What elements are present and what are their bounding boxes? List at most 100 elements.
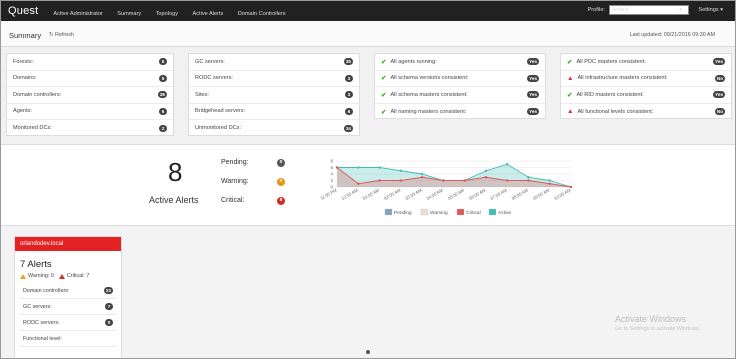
panel-row[interactable]: GC servers: 35 — [189, 54, 359, 71]
row-label: All infrastructure masters consistent: — [577, 75, 668, 82]
count-badge: 23 — [103, 287, 113, 294]
settings-menu[interactable]: Settings ▾ — [698, 7, 723, 13]
status-badge: Yes — [713, 91, 725, 99]
panel-row[interactable]: ✔ All schema versions consistent: Yes — [375, 71, 545, 87]
x-tick-label: 09:00 AM — [532, 187, 551, 201]
critical-point — [548, 182, 551, 185]
y-tick-label: 6 — [330, 165, 333, 170]
critical-point — [357, 182, 360, 185]
panel-row[interactable]: ✔ All RID masters consistent: Yes — [561, 87, 731, 104]
row-label: Functional level: — [23, 335, 62, 342]
count-badge: 5 — [159, 74, 167, 82]
panel-row[interactable]: Agents: 6 — [7, 104, 173, 120]
check-icon: ✔ — [381, 108, 387, 116]
count-badge: 6 — [345, 107, 353, 115]
status-badge: Yes — [713, 58, 725, 66]
critical-count[interactable]: 8 — [277, 197, 285, 205]
critical-point — [463, 179, 466, 182]
x-tick-label: 08:00 AM — [511, 187, 530, 201]
page-title: Summary — [9, 31, 42, 40]
last-updated: Last updated: 09/21/2016 09:30 AM — [629, 32, 715, 38]
critical-point — [484, 176, 488, 179]
row-label: Sites: — [195, 91, 209, 98]
legend-swatch — [384, 208, 393, 216]
quest-logo: Quest — [8, 5, 39, 17]
row-label: All functional levels consistent: — [577, 108, 654, 115]
legend-swatch — [420, 208, 429, 216]
row-label: All agents running: — [390, 58, 437, 65]
active-point — [548, 179, 551, 182]
row-label: Domains: — [13, 75, 37, 82]
app-window: Quest Active Administrator Summary Topol… — [0, 0, 736, 359]
refresh-button[interactable]: ↻ Refresh — [49, 32, 74, 38]
count-badge: 36 — [157, 91, 167, 99]
active-point — [399, 169, 403, 172]
panel-row[interactable]: Sites: 3 — [189, 87, 359, 104]
legend-swatch — [488, 208, 497, 216]
check-icon: ✔ — [381, 58, 387, 66]
summary-header: Summary ↻ Refresh Last updated: 09/21/20… — [1, 21, 735, 47]
count-badge: 0 — [105, 319, 113, 326]
row-label: All schema versions consistent: — [390, 75, 469, 82]
warning-icon: ▲ — [567, 108, 574, 116]
panel-row[interactable]: Forests: 5 — [7, 54, 173, 71]
nav-active-alerts[interactable]: Active Alerts — [193, 11, 224, 17]
panel-row[interactable]: ✔ All naming masters consistent: Yes — [375, 104, 545, 121]
panel-row[interactable]: ✔ All PDC masters consistent: Yes — [561, 54, 731, 71]
alerts-trend-chart: 8642011:00 PM 12:00 AM 01:00 AM 02:00 AM 03:… — [319, 159, 573, 216]
x-tick-label: 06:00 AM — [468, 187, 487, 201]
y-tick-label: 2 — [330, 178, 333, 183]
critical-label: Critical: — [221, 197, 245, 204]
domain-row: Domain controllers: 23 — [19, 283, 117, 299]
panel-row[interactable]: ▲ All functional levels consistent: No — [561, 104, 731, 121]
pending-count[interactable]: 0 — [277, 159, 285, 167]
panel-row[interactable]: Monitored DCs: 2 — [7, 120, 173, 137]
panel-row[interactable]: Unmonitored DCs: 34 — [189, 120, 359, 137]
domain-warning-count: Warning: 0 — [28, 273, 54, 279]
domain-card[interactable]: orlandodev.local 7 Alerts Warning: 0 Cri… — [14, 236, 122, 358]
profile-dropdown[interactable]: default ▾ — [609, 5, 689, 15]
legend-label: Warning — [430, 210, 448, 216]
profile-selector: Profile: default ▾ — [588, 5, 689, 15]
panel-row[interactable]: ✔ All schema masters consistent: Yes — [375, 87, 545, 104]
warning-count[interactable]: 0 — [277, 178, 285, 186]
row-label: All PDC masters consistent: — [576, 58, 646, 65]
active-point — [357, 166, 360, 169]
pending-label: Pending: — [221, 159, 249, 166]
nav-active-administrator[interactable]: Active Administrator — [53, 11, 102, 17]
domain-name[interactable]: orlandodev.local — [15, 237, 121, 251]
domain-alert-count: 7 Alerts — [20, 259, 52, 270]
status-badge: Yes — [527, 108, 539, 116]
count-badge: 5 — [159, 58, 167, 66]
critical-triangle-icon — [58, 273, 65, 279]
active-point — [420, 172, 424, 176]
servers-panel: GC servers: 35 RODC servers: 3 Sites: 3 Bri… — [188, 53, 360, 136]
critical-point — [569, 185, 573, 189]
status-badge: Yes — [527, 58, 539, 66]
check-icon: ✔ — [381, 75, 387, 83]
nav-domain-controllers[interactable]: Domain Controllers — [238, 11, 286, 17]
panel-row[interactable]: Domains: 5 — [7, 71, 173, 87]
status-badge: Yes — [527, 91, 539, 99]
active-point — [505, 163, 509, 166]
x-tick-label: 02:00 AM — [383, 187, 402, 201]
refresh-icon: ↻ — [49, 32, 54, 38]
panel-row[interactable]: RODC servers: 3 — [189, 71, 359, 87]
nav-summary[interactable]: Summary — [117, 11, 141, 17]
x-tick-label: 11:00 PM — [319, 187, 338, 201]
pager-dot[interactable] — [366, 350, 370, 354]
status-badge: Yes — [527, 74, 539, 82]
panel-row[interactable]: Bridgehead servers: 6 — [189, 104, 359, 120]
row-label: All RID masters consistent: — [576, 91, 644, 98]
row-label: RODC servers: — [23, 319, 60, 326]
check-icon: ✔ — [567, 58, 573, 66]
panel-row[interactable]: Domain controllers: 36 — [7, 87, 173, 104]
panel-row[interactable]: ▲ All infrastructure masters consistent: N… — [561, 71, 731, 87]
row-label: Bridgehead servers: — [195, 108, 246, 115]
status-badge: No — [714, 108, 725, 116]
nav-topology[interactable]: Topology — [156, 11, 178, 17]
x-tick-label: 01:00 AM — [362, 187, 381, 201]
domain-critical-count: Critical: 7 — [66, 273, 90, 279]
x-tick-label: 10:00 AM — [553, 187, 572, 201]
panel-row[interactable]: ✔ All agents running: Yes — [375, 54, 545, 71]
